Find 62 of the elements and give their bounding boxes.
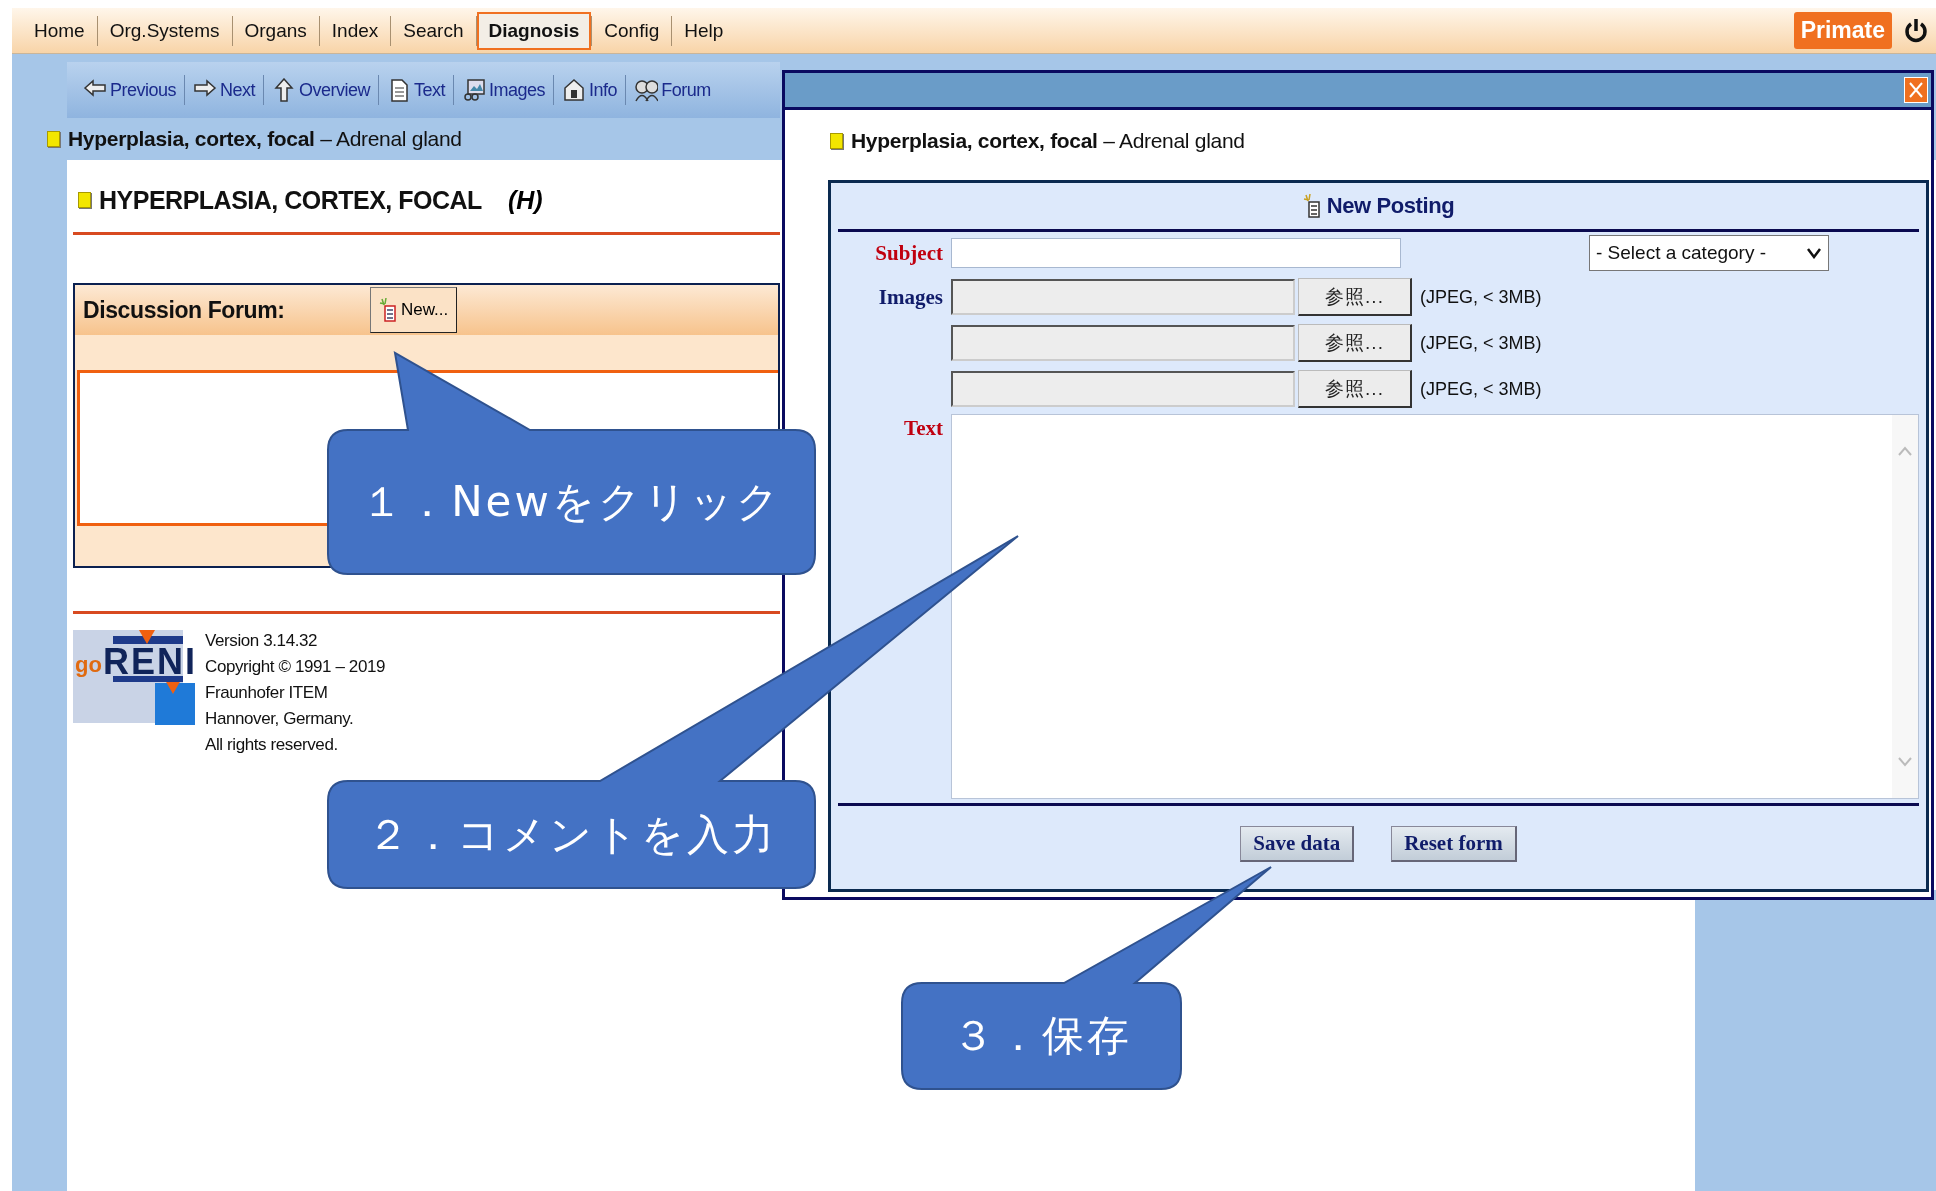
- file-hint: (JPEG, < 3MB): [1420, 286, 1542, 308]
- copyright-line: Copyright © 1991 – 2019: [205, 656, 386, 678]
- people-icon: [634, 78, 659, 102]
- diagnosis-title: HYPERPLASIA, CORTEX, FOCAL: [99, 185, 482, 215]
- nav-tab[interactable]: Config: [592, 11, 672, 50]
- file-hint: (JPEG, < 3MB): [1420, 332, 1542, 354]
- callout-text: １．Newをクリック: [361, 476, 782, 528]
- nav-tab[interactable]: Organs: [232, 11, 319, 50]
- nav-tab[interactable]: Home: [22, 11, 97, 50]
- forum-title: Discussion Forum:: [83, 296, 286, 324]
- field-label: Images: [877, 284, 943, 310]
- browse-button[interactable]: 参照...: [1298, 324, 1412, 362]
- toolbar-button[interactable]: Images: [454, 78, 554, 102]
- house-icon: [562, 78, 587, 102]
- scroll-up-icon: [1897, 445, 1913, 457]
- logo: goRENI: [73, 628, 195, 725]
- species-badge: Primate: [1793, 12, 1892, 49]
- reset-button[interactable]: Reset form: [1391, 826, 1517, 862]
- pictures-icon: [462, 78, 487, 102]
- file-path-field[interactable]: [951, 279, 1295, 315]
- browse-button[interactable]: 参照...: [1298, 370, 1412, 408]
- document-sparkle-icon: [379, 297, 397, 323]
- toolbar-button[interactable]: Previous: [75, 78, 185, 102]
- file-path-field[interactable]: [951, 371, 1295, 407]
- callout-text: ３．保存: [951, 1010, 1132, 1062]
- callout-text: ２．コメントを入力: [366, 808, 777, 861]
- toolbar-button[interactable]: Next: [185, 78, 264, 102]
- field-label: Text: [903, 416, 943, 441]
- close-button[interactable]: [1904, 77, 1928, 103]
- new-posting-button[interactable]: New...: [370, 287, 458, 333]
- subject-field[interactable]: [951, 238, 1401, 268]
- copyright-line: Version 3.14.32: [205, 630, 319, 652]
- toolbar-button[interactable]: Overview: [264, 78, 379, 102]
- nav-tab[interactable]: Search: [391, 11, 476, 50]
- category-select[interactable]: - Select a category -: [1589, 235, 1829, 271]
- nav-tab[interactable]: Org.Systems: [97, 11, 232, 50]
- breadcrumb-text: Hyperplasia, cortex, focal – Adrenal gland: [851, 129, 1245, 153]
- form-title: New Posting: [1326, 193, 1455, 219]
- file-path-field[interactable]: [951, 325, 1295, 361]
- toolbar-button[interactable]: Text: [379, 78, 454, 102]
- nav-tab[interactable]: Diagnosis: [476, 11, 592, 50]
- scroll-down-icon: [1897, 756, 1913, 768]
- breadcrumb-text: Hyperplasia, cortex, focal – Adrenal gland: [68, 127, 462, 151]
- document-sparkle-icon: [1302, 193, 1321, 219]
- power-icon[interactable]: [1904, 16, 1928, 45]
- nav-tab[interactable]: Help: [672, 11, 736, 50]
- copyright-line: Fraunhofer ITEM: [205, 682, 329, 704]
- toolbar-button[interactable]: Info: [554, 78, 626, 102]
- close-icon: [1908, 81, 1924, 99]
- field-label: Subject: [874, 240, 943, 266]
- copyright-line: Hannover, Germany.: [205, 708, 355, 730]
- bullet-icon: [47, 131, 60, 147]
- chevron-down-icon: [1806, 247, 1822, 259]
- file-hint: (JPEG, < 3MB): [1420, 378, 1542, 400]
- bullet-icon: [830, 133, 843, 149]
- browse-button[interactable]: 参照...: [1298, 278, 1412, 316]
- diagnosis-code: (H): [507, 185, 543, 215]
- toolbar-button[interactable]: Forum: [626, 78, 719, 102]
- bullet-icon: [78, 192, 91, 208]
- nav-tab[interactable]: Index: [319, 11, 391, 50]
- copyright-line: All rights reserved.: [205, 734, 339, 756]
- save-button[interactable]: Save data: [1240, 826, 1355, 862]
